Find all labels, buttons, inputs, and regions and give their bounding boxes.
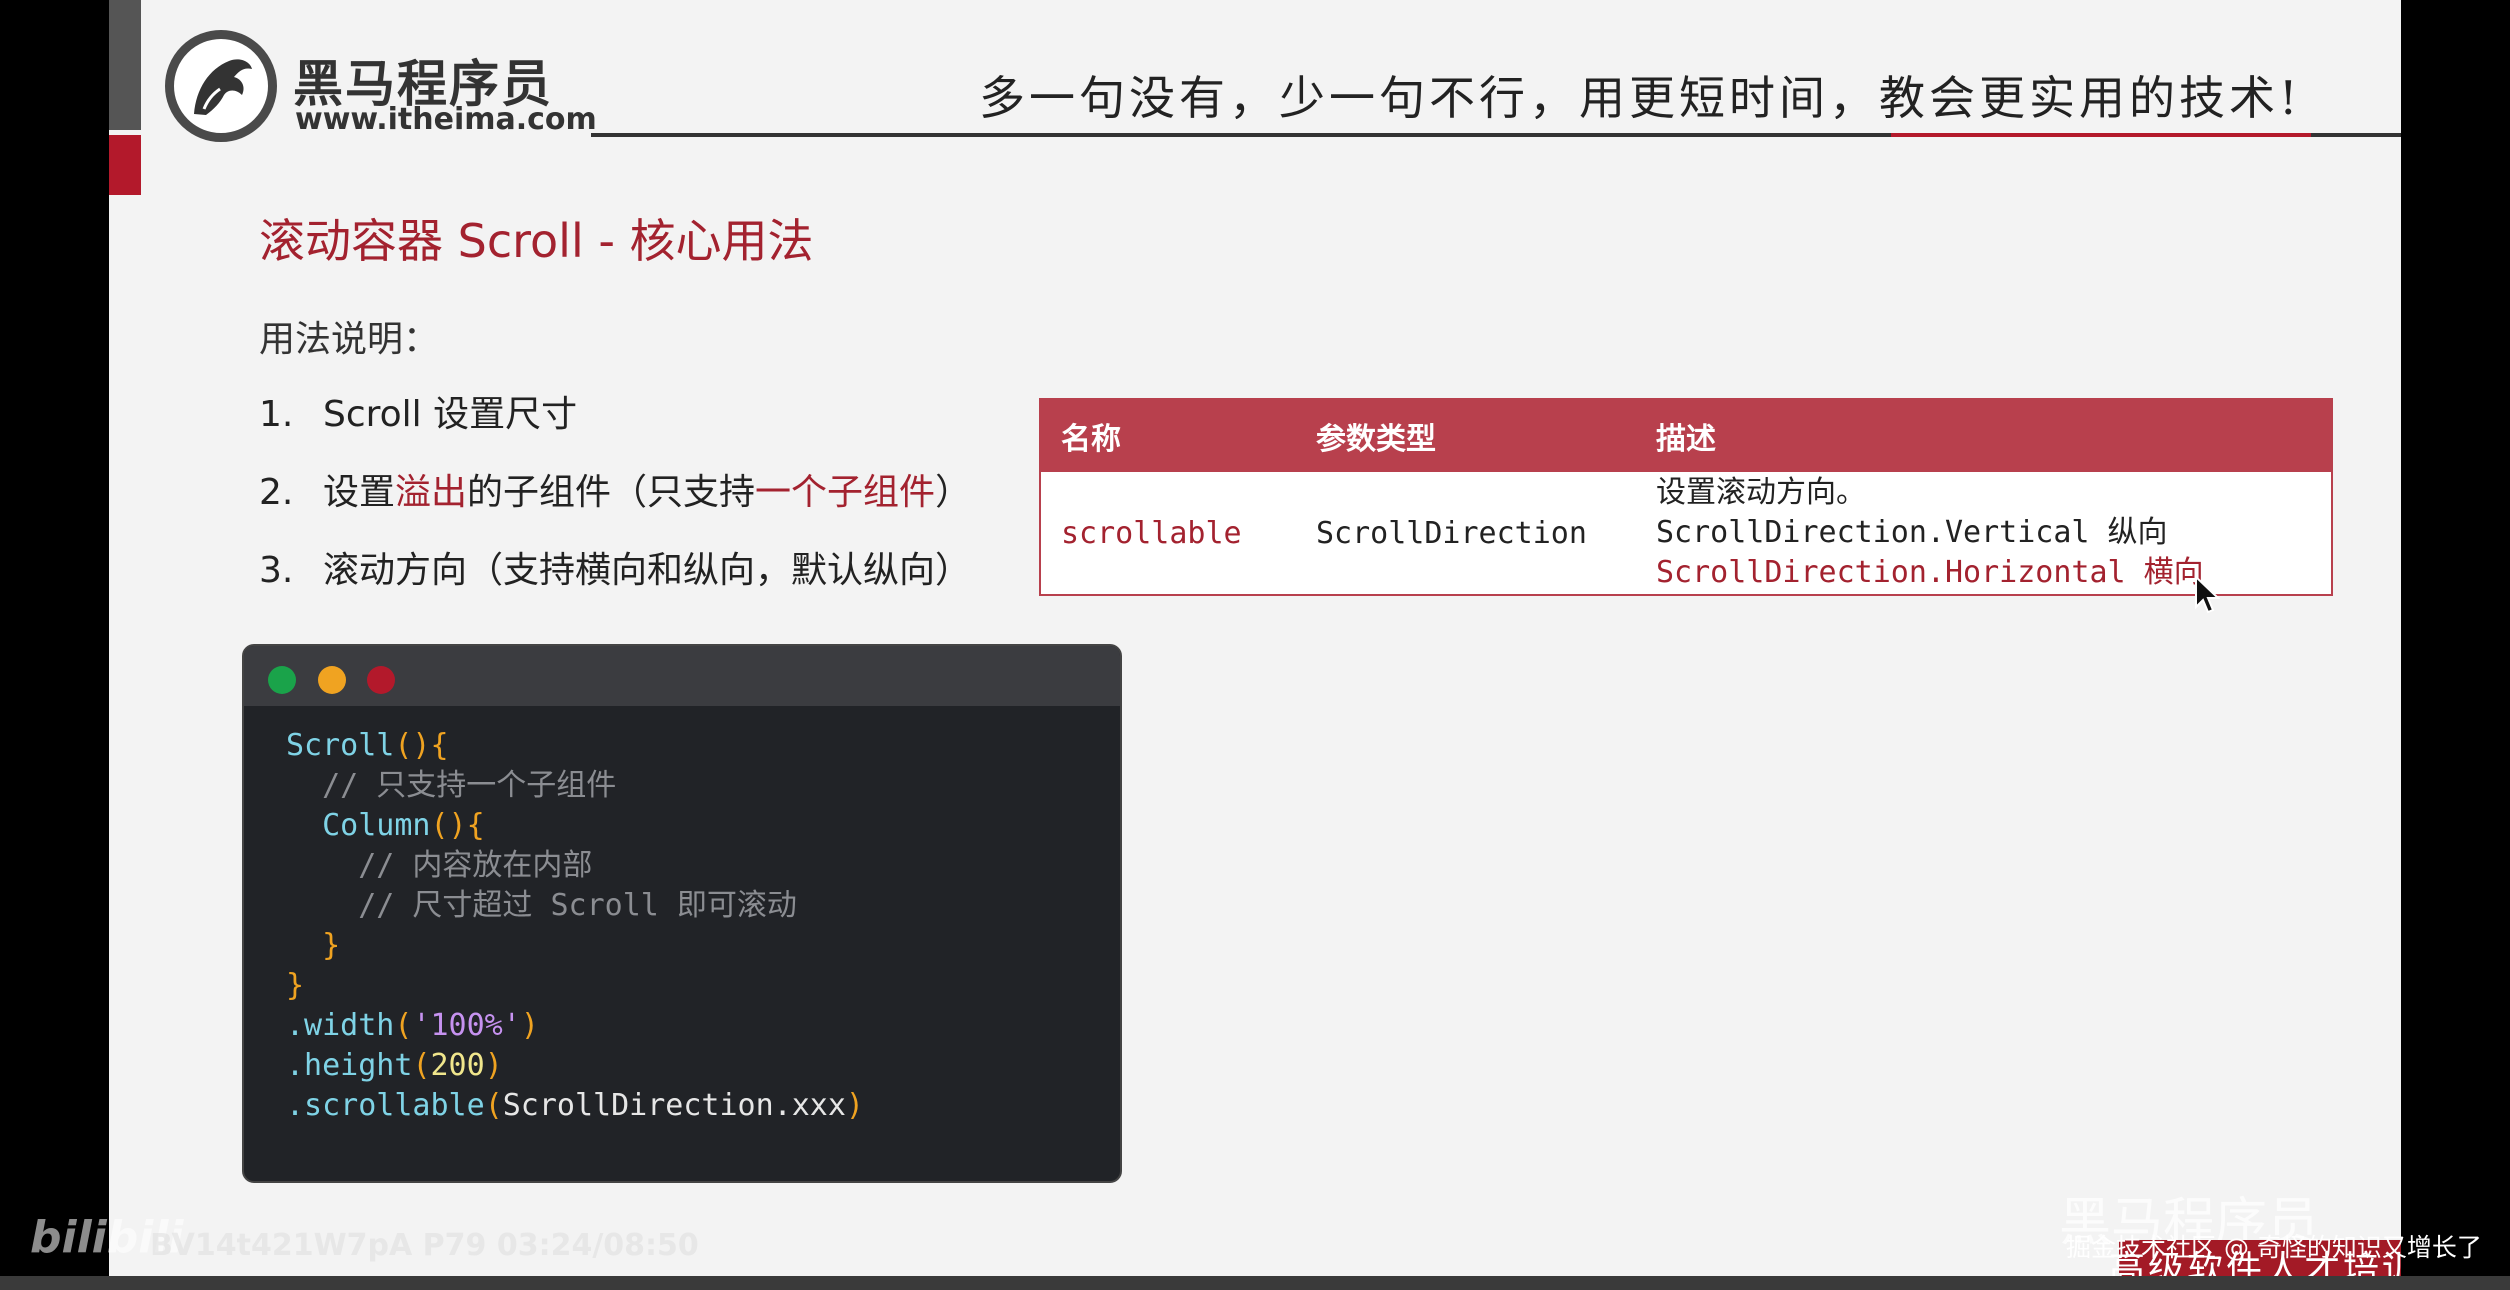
code-token: .scrollable: [286, 1088, 485, 1123]
code-token: '100%': [412, 1008, 521, 1043]
code-token: ): [520, 1008, 539, 1043]
header-type: 参数类型: [1316, 422, 1436, 457]
code-token: }: [286, 928, 341, 963]
list-item: 2. 设置溢出的子组件（只支持一个子组件）: [259, 463, 971, 541]
code-block: Scroll(){ // 只支持一个子组件 Column(){ // 内容放在内…: [286, 726, 864, 1126]
mouse-pointer-icon: [2195, 575, 2220, 614]
slide: 黑马程序员 www.itheima.com 多一句没有，少一句不行，用更短时间，…: [109, 0, 2401, 1276]
list-item: 1. Scroll 设置尺寸: [259, 385, 971, 463]
usage-subtitle: 用法说明：: [259, 319, 440, 360]
code-token: ): [484, 1048, 503, 1083]
cell-name: scrollable: [1061, 515, 1242, 551]
header-divider-accent: [1891, 133, 2311, 137]
code-token: (){: [430, 808, 485, 843]
cell-type: ScrollDirection: [1316, 515, 1587, 551]
desc-line: ScrollDirection.Vertical 纵向: [1656, 515, 2168, 550]
header-name: 名称: [1061, 422, 1121, 457]
table-header: 名称 参数类型 描述: [1041, 400, 2331, 472]
list-number: 3.: [259, 550, 294, 591]
list-text: ）: [935, 472, 972, 513]
code-token: (: [412, 1048, 431, 1083]
code-comment: // 内容放在内部: [286, 848, 593, 883]
code-token: (){: [394, 728, 449, 763]
code-token: 200: [430, 1048, 485, 1083]
list-number: 2.: [259, 472, 294, 513]
code-token: ): [845, 1088, 864, 1123]
list-item: 3. 滚动方向（支持横向和纵向，默认纵向）: [259, 541, 971, 619]
page-title: 滚动容器 Scroll - 核心用法: [259, 214, 814, 268]
red-dot-icon: [367, 666, 395, 694]
header-desc: 描述: [1656, 422, 1716, 457]
code-token: (: [394, 1008, 413, 1043]
code-token: ScrollDirection.xxx: [502, 1088, 846, 1123]
table-row: scrollable ScrollDirection 设置滚动方向。 Scrol…: [1041, 472, 2331, 594]
code-comment: // 尺寸超过 Scroll 即可滚动: [286, 888, 797, 923]
param-table: 名称 参数类型 描述 scrollable ScrollDirection 设置…: [1039, 398, 2333, 596]
code-token: .height: [286, 1048, 413, 1083]
player-bottom-bar: [0, 1276, 2510, 1290]
left-accent-red: [109, 135, 141, 195]
list-text: Scroll 设置尺寸: [323, 394, 578, 435]
list-text: 的子组件（只支持: [467, 472, 756, 513]
code-window: Scroll(){ // 只支持一个子组件 Column(){ // 内容放在内…: [242, 644, 1122, 1183]
cell-desc: 设置滚动方向。 ScrollDirection.Vertical 纵向 Scro…: [1636, 473, 2331, 593]
logo-url: www.itheima.com: [295, 102, 597, 137]
code-token: Scroll: [286, 728, 395, 763]
usage-list: 1. Scroll 设置尺寸 2. 设置溢出的子组件（只支持一个子组件） 3. 滚动方…: [259, 385, 971, 619]
slogan: 多一句没有，少一句不行，用更短时间，教会更实用的技术!: [979, 71, 2302, 125]
green-dot-icon: [268, 666, 296, 694]
list-text: 滚动方向（支持横向和纵向，默认纵向）: [323, 550, 972, 591]
yellow-dot-icon: [318, 666, 346, 694]
left-accent-dark: [109, 0, 141, 130]
list-highlight: 一个子组件: [755, 472, 936, 513]
code-token: }: [286, 968, 305, 1003]
list-text: 设置: [323, 472, 396, 513]
code-token: (: [484, 1088, 503, 1123]
video-id-watermark: BV14t421W7pA P79 03:24/08:50: [150, 1228, 699, 1263]
list-number: 1.: [259, 394, 294, 435]
desc-line: 设置滚动方向。: [1656, 475, 1866, 510]
code-titlebar: [244, 646, 1120, 706]
desc-line: ScrollDirection.Horizontal 横向: [1656, 555, 2204, 590]
code-token: Column: [286, 808, 431, 843]
code-comment: // 只支持一个子组件: [286, 768, 617, 803]
horse-logo-icon: [165, 30, 277, 142]
code-token: .width: [286, 1008, 395, 1043]
list-highlight: 溢出: [395, 472, 468, 513]
juejin-watermark: 掘金技术社区 @ 奇怪的知识又增长了: [2066, 1233, 2482, 1262]
